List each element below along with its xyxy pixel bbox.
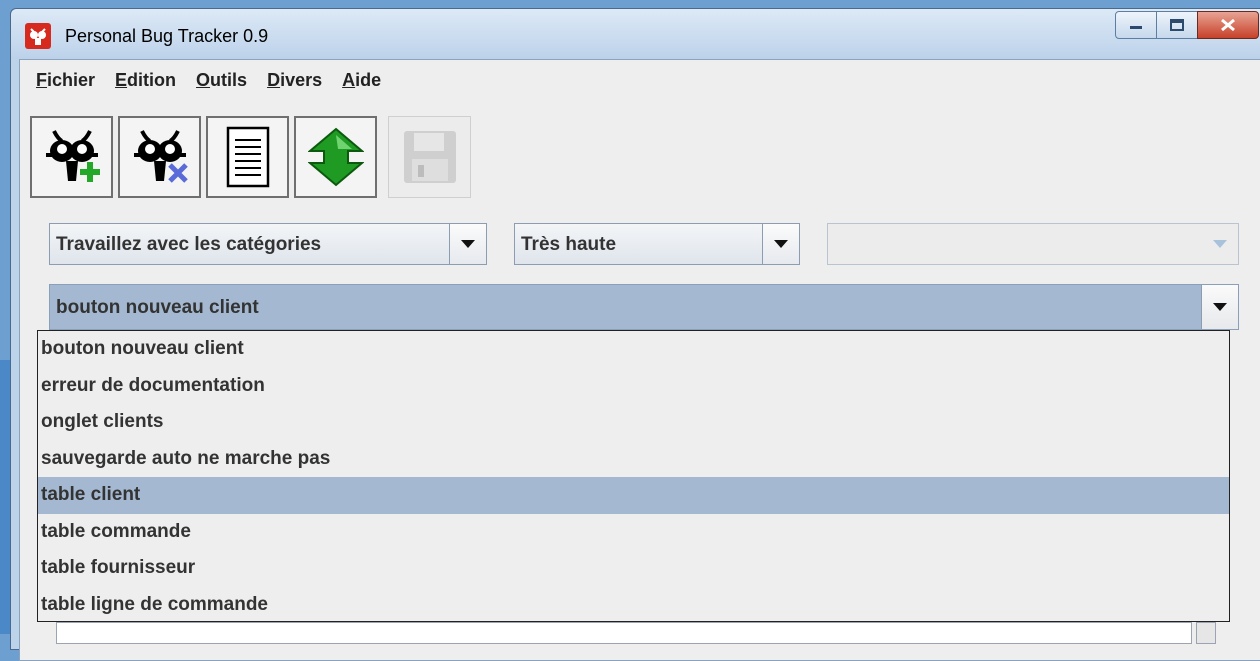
content-panel [56, 622, 1192, 644]
desktop-edge [0, 360, 10, 634]
category-combo-value: Travaillez avec les catégories [56, 234, 322, 255]
save-button[interactable] [388, 116, 471, 198]
bug-combo-value: bouton nouveau client [56, 297, 259, 318]
minimize-button[interactable] [1115, 11, 1157, 39]
bug-remove-icon [133, 130, 188, 183]
maximize-button[interactable] [1156, 11, 1198, 39]
bug-add-icon [45, 130, 100, 182]
scrollbar[interactable] [1196, 622, 1216, 644]
up-down-arrow-icon [307, 127, 364, 187]
window-controls [1115, 11, 1259, 39]
list-item[interactable]: table ligne de commande [38, 587, 1229, 624]
menu-fichier[interactable]: Fichier [36, 70, 95, 91]
priority-combo[interactable]: Très haute [514, 223, 800, 265]
document-button[interactable] [206, 116, 289, 198]
maximize-icon [1170, 19, 1184, 31]
remove-bug-button[interactable] [118, 116, 201, 198]
window-title: Personal Bug Tracker 0.9 [65, 26, 269, 46]
minimize-icon [1130, 26, 1142, 29]
floppy-disk-icon [403, 131, 456, 183]
third-dropdown-arrow [1202, 224, 1238, 264]
close-button[interactable] [1197, 11, 1259, 39]
sync-button[interactable] [294, 116, 377, 198]
list-item[interactable]: sauvegarde auto ne marche pas [38, 441, 1229, 478]
list-item-highlighted[interactable]: table client [38, 477, 1229, 514]
app-bug-icon [25, 23, 51, 49]
category-combo[interactable]: Travaillez avec les catégories [49, 223, 487, 265]
category-dropdown-arrow[interactable] [449, 224, 486, 264]
toolbar [30, 116, 476, 198]
bug-dropdown-list: bouton nouveau client erreur de document… [37, 330, 1230, 622]
close-icon [1221, 18, 1235, 32]
third-combo [827, 223, 1239, 265]
priority-dropdown-arrow[interactable] [762, 224, 799, 264]
menu-bar: Fichier Edition Outils Divers Aide [20, 60, 1260, 100]
priority-combo-value: Très haute [521, 234, 617, 255]
list-item[interactable]: erreur de documentation [38, 368, 1229, 405]
bug-combo[interactable]: bouton nouveau client [49, 284, 1239, 330]
list-item[interactable]: bouton nouveau client [38, 331, 1229, 368]
chevron-down-icon [461, 240, 475, 248]
list-item[interactable]: onglet clients [38, 404, 1229, 441]
menu-divers[interactable]: Divers [267, 70, 322, 91]
add-bug-button[interactable] [30, 116, 113, 198]
menu-aide[interactable]: Aide [342, 70, 381, 91]
chevron-down-icon [1213, 303, 1227, 311]
bug-dropdown-arrow[interactable] [1201, 285, 1238, 329]
document-icon [226, 126, 269, 188]
menu-outils[interactable]: Outils [196, 70, 247, 91]
menu-edition[interactable]: Edition [115, 70, 176, 91]
list-item[interactable]: table commande [38, 514, 1229, 551]
chevron-down-icon [774, 240, 788, 248]
chevron-down-icon [1213, 240, 1227, 248]
list-item[interactable]: table fournisseur [38, 550, 1229, 587]
title-bar[interactable]: Personal Bug Tracker 0.9 [11, 9, 1260, 59]
